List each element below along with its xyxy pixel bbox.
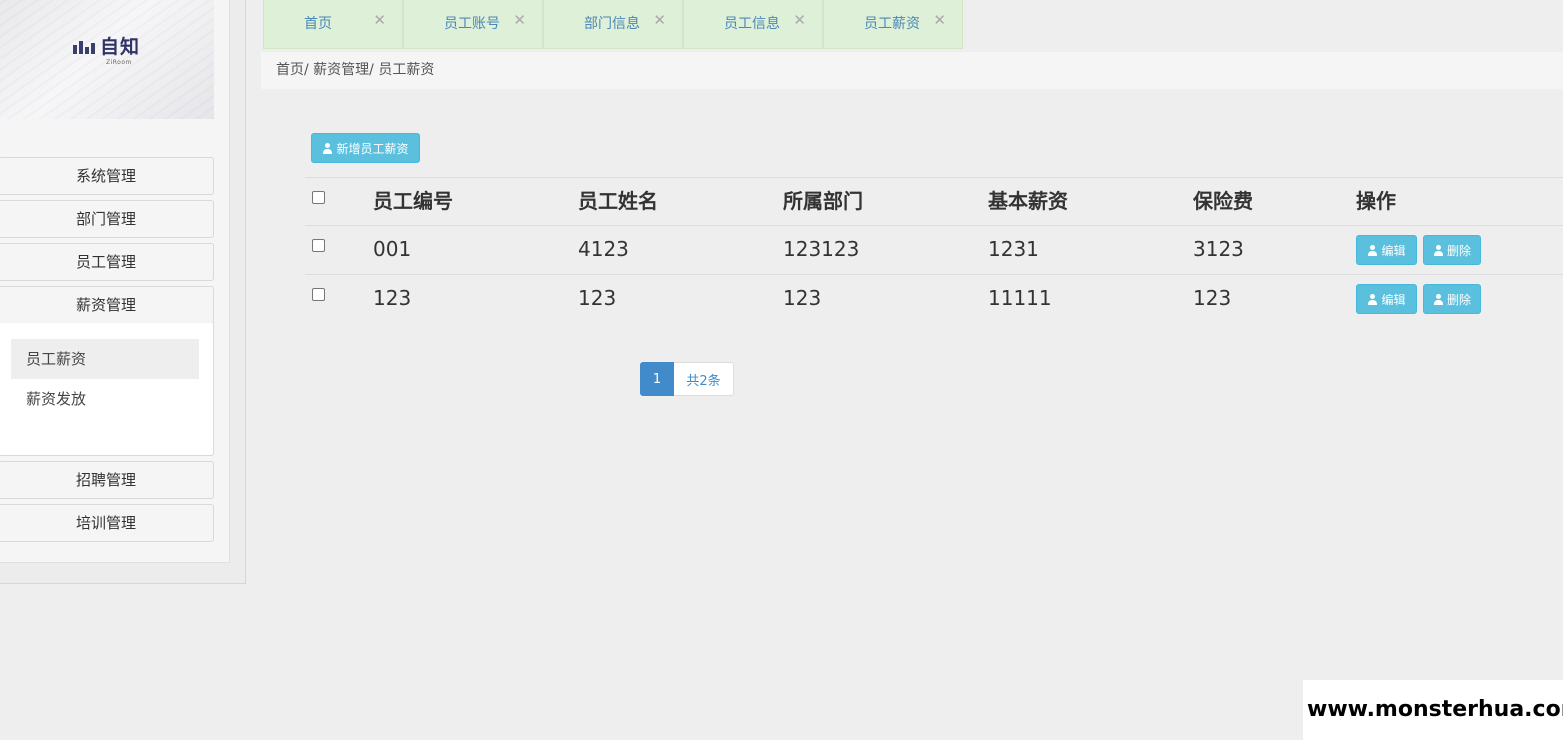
logo-bars-icon — [73, 41, 95, 54]
tab-department-info[interactable]: 部门信息 ✕ — [543, 0, 683, 49]
tab-label: 员工账号 — [444, 16, 500, 32]
column-header-base-salary: 基本薪资 — [988, 189, 1068, 213]
tab-home[interactable]: 首页 ✕ — [263, 0, 403, 49]
edit-button[interactable]: 编辑 — [1356, 284, 1417, 314]
column-header-employee-name: 员工姓名 — [578, 189, 658, 213]
cell-base-salary: 1231 — [988, 237, 1039, 261]
user-icon — [322, 142, 333, 154]
column-header-department: 所属部门 — [783, 189, 863, 213]
column-header-employee-id: 员工编号 — [373, 189, 453, 213]
delete-button-label: 删除 — [1446, 292, 1471, 307]
row-checkbox[interactable] — [312, 239, 325, 252]
tab-label: 员工薪资 — [864, 16, 920, 32]
sidebar-item-department[interactable]: 部门管理 — [0, 200, 214, 238]
edit-button-label: 编辑 — [1381, 243, 1406, 258]
user-icon — [1367, 244, 1378, 256]
close-icon[interactable]: ✕ — [653, 11, 666, 29]
tab-label: 首页 — [304, 16, 332, 32]
logo-text: 自知 — [100, 36, 141, 58]
sidebar-item-recruitment[interactable]: 招聘管理 — [0, 461, 214, 499]
cell-department: 123123 — [783, 237, 860, 261]
delete-button[interactable]: 删除 — [1423, 284, 1481, 314]
tab-employee-info[interactable]: 员工信息 ✕ — [683, 0, 823, 49]
user-icon — [1367, 293, 1378, 305]
logo-subtext: ZiRoom — [106, 59, 132, 66]
tab-bar: 首页 ✕ 员工账号 ✕ 部门信息 ✕ 员工信息 ✕ 员工薪资 ✕ — [263, 0, 963, 49]
user-icon — [1433, 293, 1444, 305]
watermark: www.monsterhua.com — [1303, 680, 1563, 740]
close-icon[interactable]: ✕ — [373, 11, 386, 29]
submenu-item-employee-salary[interactable]: 员工薪资 — [11, 339, 199, 379]
column-header-insurance: 保险费 — [1193, 189, 1253, 213]
logo-area: 自知 ZiRoom — [0, 0, 214, 119]
cell-employee-name: 123 — [578, 286, 617, 310]
edit-button[interactable]: 编辑 — [1356, 235, 1417, 265]
close-icon[interactable]: ✕ — [513, 11, 526, 29]
table-row: 001 4123 123123 1231 3123 编辑 删除 — [305, 225, 1563, 274]
cell-insurance: 3123 — [1193, 237, 1244, 261]
sidebar-item-training[interactable]: 培训管理 — [0, 504, 214, 542]
user-icon — [1433, 244, 1444, 256]
column-header-actions: 操作 — [1356, 189, 1396, 213]
page-number-button[interactable]: 1 — [640, 362, 674, 396]
table-header-row: 员工编号 员工姓名 所属部门 基本薪资 保险费 操作 — [305, 177, 1563, 225]
cell-insurance: 123 — [1193, 286, 1232, 310]
total-count-label: 共2条 — [674, 362, 734, 396]
tab-label: 员工信息 — [724, 16, 780, 32]
delete-button[interactable]: 删除 — [1423, 235, 1481, 265]
tab-employee-account[interactable]: 员工账号 ✕ — [403, 0, 543, 49]
cell-base-salary: 11111 — [988, 286, 1052, 310]
delete-button-label: 删除 — [1446, 243, 1471, 258]
pagination: 1 共2条 — [640, 362, 734, 396]
close-icon[interactable]: ✕ — [933, 11, 946, 29]
row-checkbox[interactable] — [312, 288, 325, 301]
select-all-checkbox[interactable] — [312, 191, 325, 204]
table-row: 123 123 123 11111 123 编辑 删除 — [305, 274, 1563, 323]
breadcrumb: 首页/ 薪资管理/ 员工薪资 — [261, 52, 1563, 89]
add-employee-salary-button[interactable]: 新增员工薪资 — [311, 133, 420, 163]
sidebar-panel: 自知 ZiRoom 系统管理 部门管理 员工管理 薪资管理 员工薪资 薪资发放 … — [0, 0, 230, 563]
logo: 自知 — [73, 38, 140, 57]
cell-department: 123 — [783, 286, 822, 310]
add-button-label: 新增员工薪资 — [336, 141, 409, 156]
salary-submenu: 员工薪资 薪资发放 — [0, 323, 214, 456]
close-icon[interactable]: ✕ — [793, 11, 806, 29]
sidebar-item-employee[interactable]: 员工管理 — [0, 243, 214, 281]
cell-employee-id: 123 — [373, 286, 412, 310]
edit-button-label: 编辑 — [1381, 292, 1406, 307]
cell-employee-name: 4123 — [578, 237, 629, 261]
salary-table: 员工编号 员工姓名 所属部门 基本薪资 保险费 操作 001 4123 1231… — [305, 177, 1563, 323]
tab-employee-salary[interactable]: 员工薪资 ✕ — [823, 0, 963, 49]
sidebar-item-system[interactable]: 系统管理 — [0, 157, 214, 195]
sidebar-item-salary[interactable]: 薪资管理 — [0, 286, 214, 324]
sidebar: 自知 ZiRoom 系统管理 部门管理 员工管理 薪资管理 员工薪资 薪资发放 … — [0, 0, 246, 584]
submenu-item-salary-payment[interactable]: 薪资发放 — [11, 379, 199, 419]
tab-label: 部门信息 — [584, 16, 640, 32]
cell-employee-id: 001 — [373, 237, 412, 261]
